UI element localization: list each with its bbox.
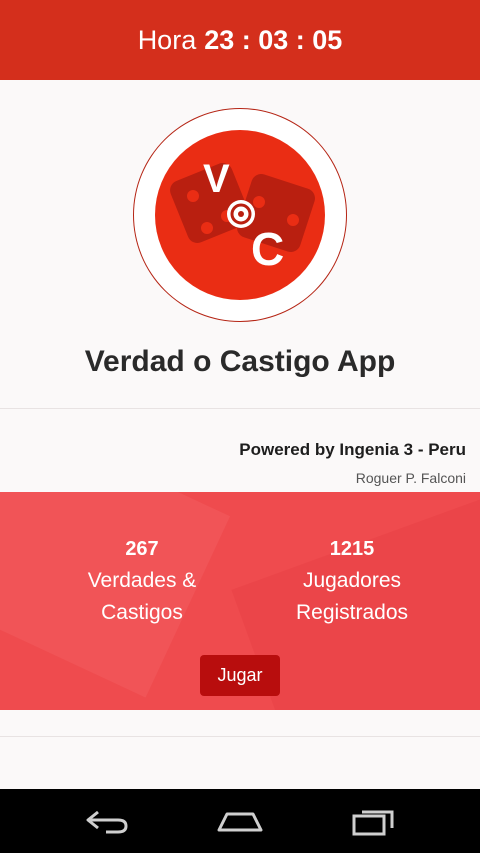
players-label-line2: Registrados [295,601,409,624]
divider [0,408,480,409]
logo-circle: V C [155,130,325,300]
clock-label: Hora [137,24,197,55]
powered-by-text: Powered by Ingenia 3 - Peru [239,440,466,459]
players-label-line1: Jugadores [302,569,402,592]
back-button[interactable] [82,803,132,839]
system-nav-bar [0,789,480,853]
home-button[interactable] [215,803,265,839]
app-logo: V C [133,108,347,322]
truths-label-line1: Verdades & [87,569,197,592]
truths-count: 267 [125,538,159,560]
dice-logo-icon: V C [170,157,315,275]
logo-letter-v: V [203,157,230,201]
home-icon [217,812,263,832]
players-count: 1215 [329,538,375,560]
truths-label-line2: Castigos [101,601,183,624]
play-button[interactable]: Jugar [200,655,280,696]
stat-players: 1215 Jugadores Registrados [252,538,452,629]
recent-apps-icon [352,810,394,836]
author-text: Roguer P. Falconi [355,470,466,486]
app-title: Verdad o Castigo App [84,345,396,378]
divider [0,736,480,737]
logo-letter-c: C [251,223,284,275]
back-icon [86,810,128,834]
stat-truths: 267 Verdades & Castigos [42,538,242,629]
recent-apps-button[interactable] [348,803,398,839]
clock-time: 23 : 03 : 05 [204,24,343,55]
clock-header: Hora 23 : 03 : 05 [0,0,480,80]
